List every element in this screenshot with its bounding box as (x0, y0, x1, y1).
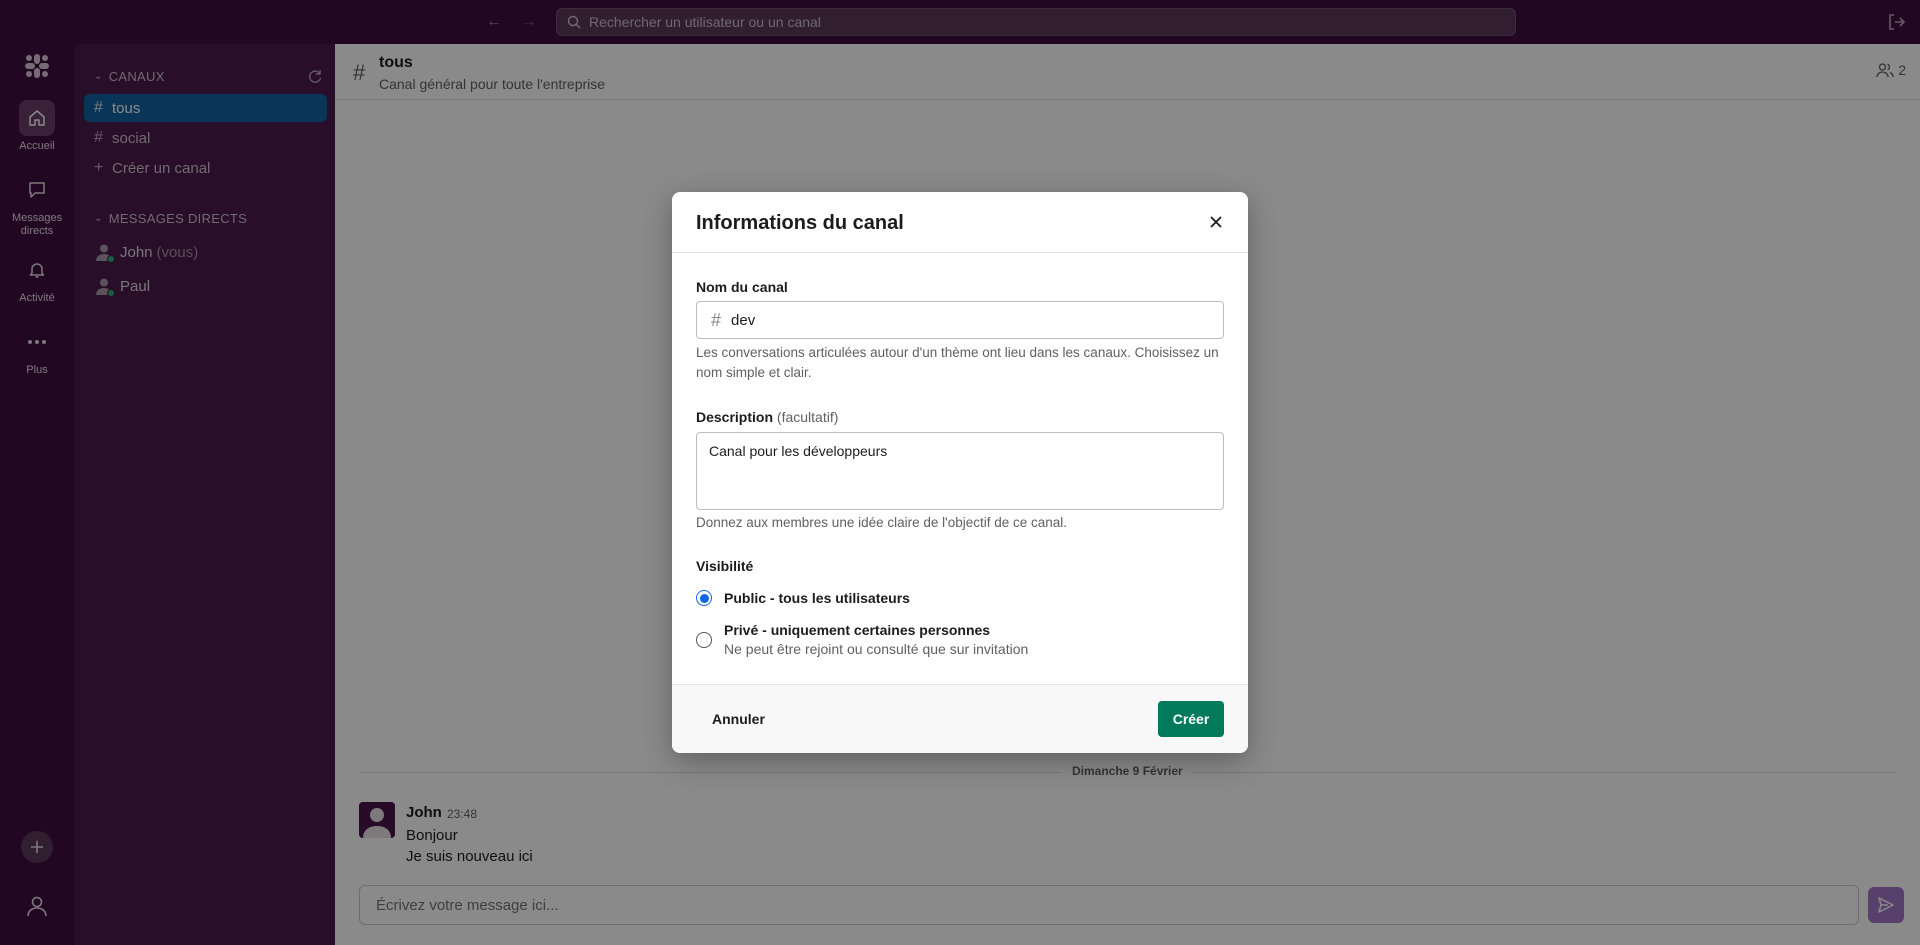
channel-info-dialog: Informations du canal Nom du canal # Les… (672, 192, 1248, 753)
description-label-text: Description (696, 409, 774, 425)
channel-name-help: Les conversations articulées autour d'un… (696, 345, 1219, 380)
visibility-private-option[interactable]: Privé - uniquement certaines personnes N… (696, 622, 1028, 657)
radio-private[interactable] (696, 632, 712, 648)
channel-name-input[interactable] (731, 311, 1212, 329)
visibility-public-option[interactable]: Public - tous les utilisateurs (696, 590, 910, 606)
close-icon (1210, 216, 1222, 228)
description-textarea[interactable]: Canal pour les développeurs (696, 432, 1224, 510)
public-label: Public - tous les utilisateurs (724, 590, 910, 606)
dialog-title: Informations du canal (696, 212, 904, 234)
visibility-label: Visibilité (696, 558, 754, 574)
description-label: Description (facultatif) (696, 409, 838, 425)
channel-name-label: Nom du canal (696, 279, 788, 295)
radio-public[interactable] (696, 590, 712, 606)
dialog-footer: Annuler Créer (672, 684, 1248, 753)
close-button[interactable] (1204, 210, 1228, 234)
description-help: Donnez aux membres une idée claire de l'… (696, 515, 1068, 530)
channel-name-field[interactable]: # (696, 301, 1224, 339)
create-button[interactable]: Créer (1158, 701, 1224, 737)
description-optional: (facultatif) (776, 409, 839, 425)
private-label: Privé - uniquement certaines personnes (724, 622, 991, 638)
cancel-button[interactable]: Annuler (696, 701, 781, 737)
divider (672, 252, 1248, 253)
private-sublabel: Ne peut être rejoint ou consulté que sur… (724, 641, 1029, 657)
hash-icon: # (711, 309, 722, 330)
